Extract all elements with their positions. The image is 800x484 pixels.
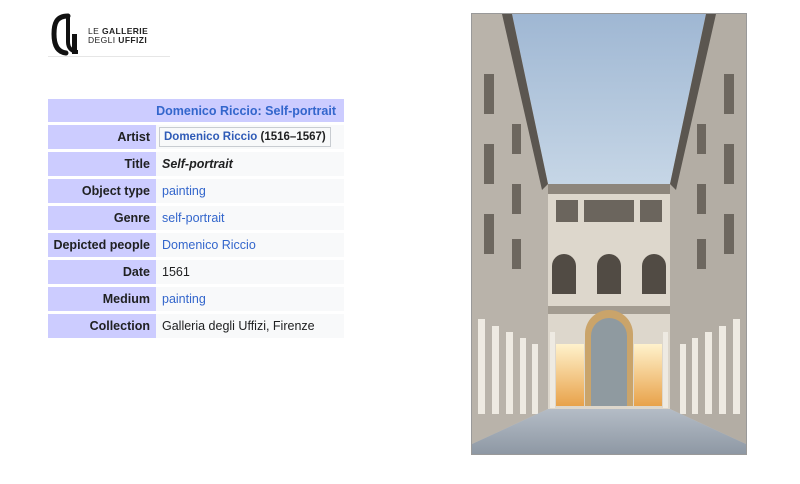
infobox-row-date: Date 1561 [48,260,344,284]
value-title: Self-portrait [156,152,344,176]
label-collection: Collection [48,314,156,338]
infobox-row-object-type: Object type painting [48,179,344,203]
value-date: 1561 [156,260,344,284]
title-artist-link[interactable]: Domenico Riccio [156,104,257,118]
uffizi-courtyard-photo [471,13,747,455]
genre-link[interactable]: self-portrait [162,211,225,225]
value-collection: Galleria degli Uffizi, Firenze [156,314,344,338]
infobox-row-artist: Artist Domenico Riccio (1516–1567) [48,125,344,149]
label-object-type: Object type [48,179,156,203]
artist-link[interactable]: Domenico Riccio [164,131,257,143]
artist-creator-box: Domenico Riccio (1516–1567) [159,127,331,147]
value-object-type: painting [156,179,344,203]
value-depicted-people: Domenico Riccio [156,233,344,257]
label-artist: Artist [48,125,156,149]
artwork-infobox: Domenico Riccio: Self-portrait Artist Do… [48,96,344,341]
uffizi-logo: LE GALLERIE DEGLI UFFIZI [48,12,170,58]
value-medium: painting [156,287,344,311]
infobox-row-medium: Medium painting [48,287,344,311]
logo-divider [48,56,170,57]
infobox-row-collection: Collection Galleria degli Uffizi, Firenz… [48,314,344,338]
label-medium: Medium [48,287,156,311]
artist-years: (1516–1567) [257,131,326,143]
infobox-row-title: Title Self-portrait [48,152,344,176]
label-genre: Genre [48,206,156,230]
label-title: Title [48,152,156,176]
label-depicted-people: Depicted people [48,233,156,257]
logo-wordmark: LE GALLERIE DEGLI UFFIZI [88,26,149,45]
uffizi-logo-icon [51,13,79,56]
label-date: Date [48,260,156,284]
uffizi-courtyard-image [472,14,746,454]
infobox-row-genre: Genre self-portrait [48,206,344,230]
medium-link[interactable]: painting [162,292,206,306]
title-work-link[interactable]: Self-portrait [265,104,336,118]
depicted-people-link[interactable]: Domenico Riccio [162,238,256,252]
object-type-link[interactable]: painting [162,184,206,198]
value-artist: Domenico Riccio (1516–1567) [156,125,344,149]
infobox-title: Domenico Riccio: Self-portrait [48,99,344,122]
value-genre: self-portrait [156,206,344,230]
infobox-row-depicted-people: Depicted people Domenico Riccio [48,233,344,257]
